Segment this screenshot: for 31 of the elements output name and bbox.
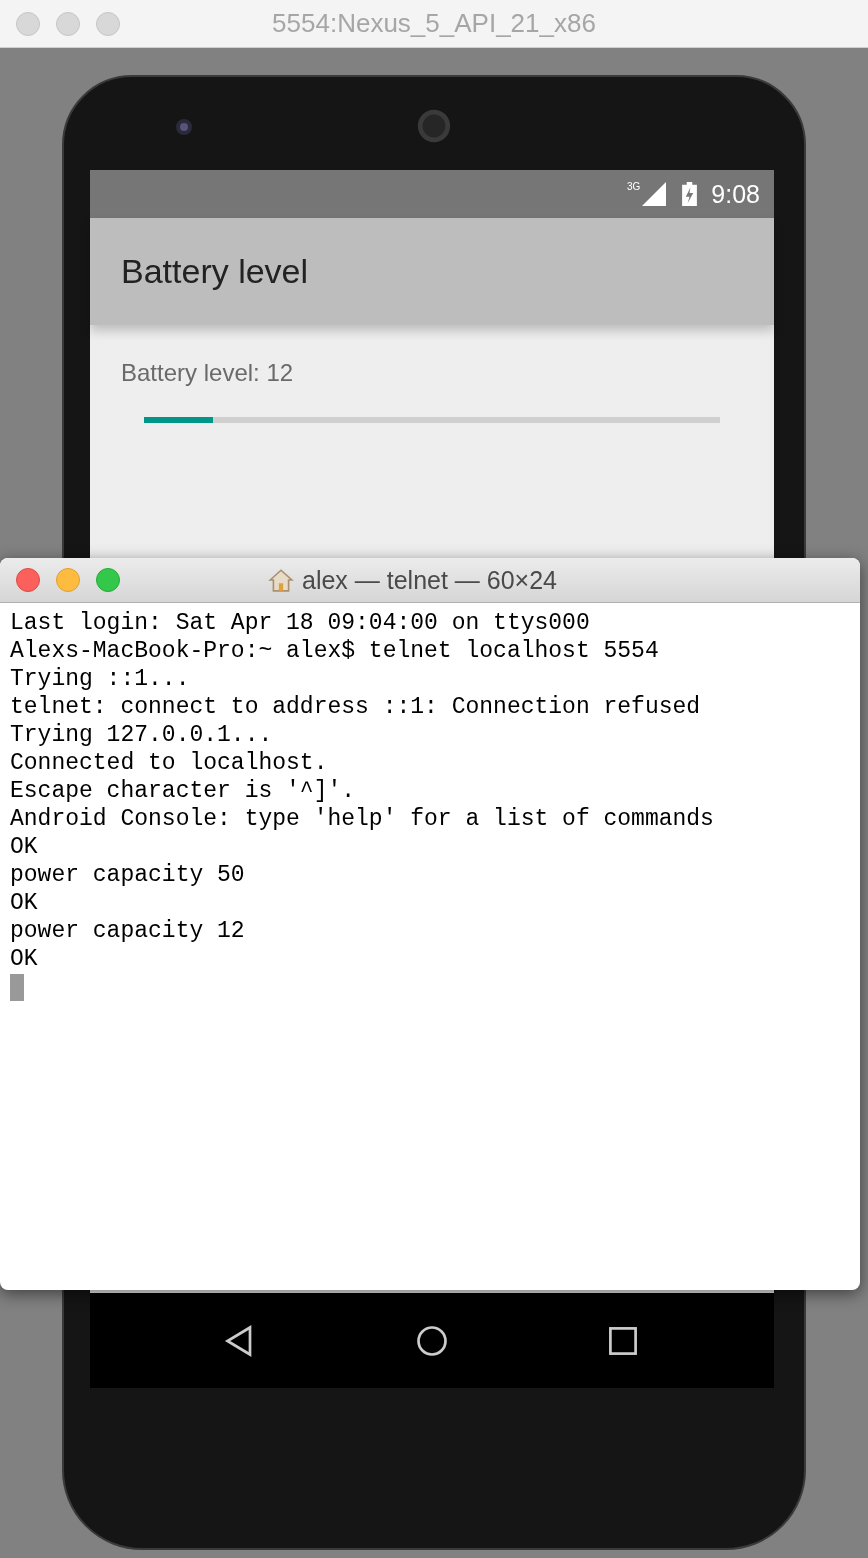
network-type: 3G xyxy=(627,181,641,192)
text-cursor xyxy=(10,974,24,1001)
window-title: 5554:Nexus_5_API_21_x86 xyxy=(272,8,596,39)
terminal-line: power capacity 50 xyxy=(10,861,245,889)
window-title: alex — telnet — 60×24 xyxy=(302,565,558,595)
terminal-line: Android Console: type 'help' for a list of commands xyxy=(10,805,714,833)
terminal-line: OK xyxy=(10,889,38,917)
terminal-line: power capacity 12 xyxy=(10,917,245,945)
minimize-button[interactable] xyxy=(56,568,80,592)
terminal-line: Last login: Sat Apr 18 09:04:00 on ttys000 xyxy=(10,609,590,637)
close-button[interactable] xyxy=(16,568,40,592)
battery-label: Battery level: 12 xyxy=(121,359,295,387)
terminal-line: telnet: connect to address ::1: Connection refused xyxy=(10,693,701,721)
terminal-line: Trying ::1... xyxy=(10,665,190,693)
terminal-line: Escape character is '^]'. xyxy=(10,777,356,805)
terminal-line: Trying 127.0.0.1... xyxy=(10,721,273,749)
terminal-line: Alexs-MacBook-Pro:~ alex$ telnet localhost 5554 xyxy=(10,637,659,665)
terminal-line: OK xyxy=(10,945,38,973)
camera-icon xyxy=(174,117,194,137)
close-button[interactable] xyxy=(16,11,40,36)
minimize-button[interactable] xyxy=(56,11,80,36)
battery-charging-icon xyxy=(682,182,698,206)
app-title: Battery level xyxy=(121,252,309,291)
status-time: 9:08 xyxy=(711,179,760,209)
signal-icon xyxy=(642,182,667,206)
zoom-button[interactable] xyxy=(96,11,120,36)
speaker-icon xyxy=(415,107,453,145)
zoom-button[interactable] xyxy=(96,568,120,592)
house-icon xyxy=(268,567,294,593)
terminal-line: Connected to localhost. xyxy=(10,749,328,777)
terminal-line: OK xyxy=(10,833,38,861)
